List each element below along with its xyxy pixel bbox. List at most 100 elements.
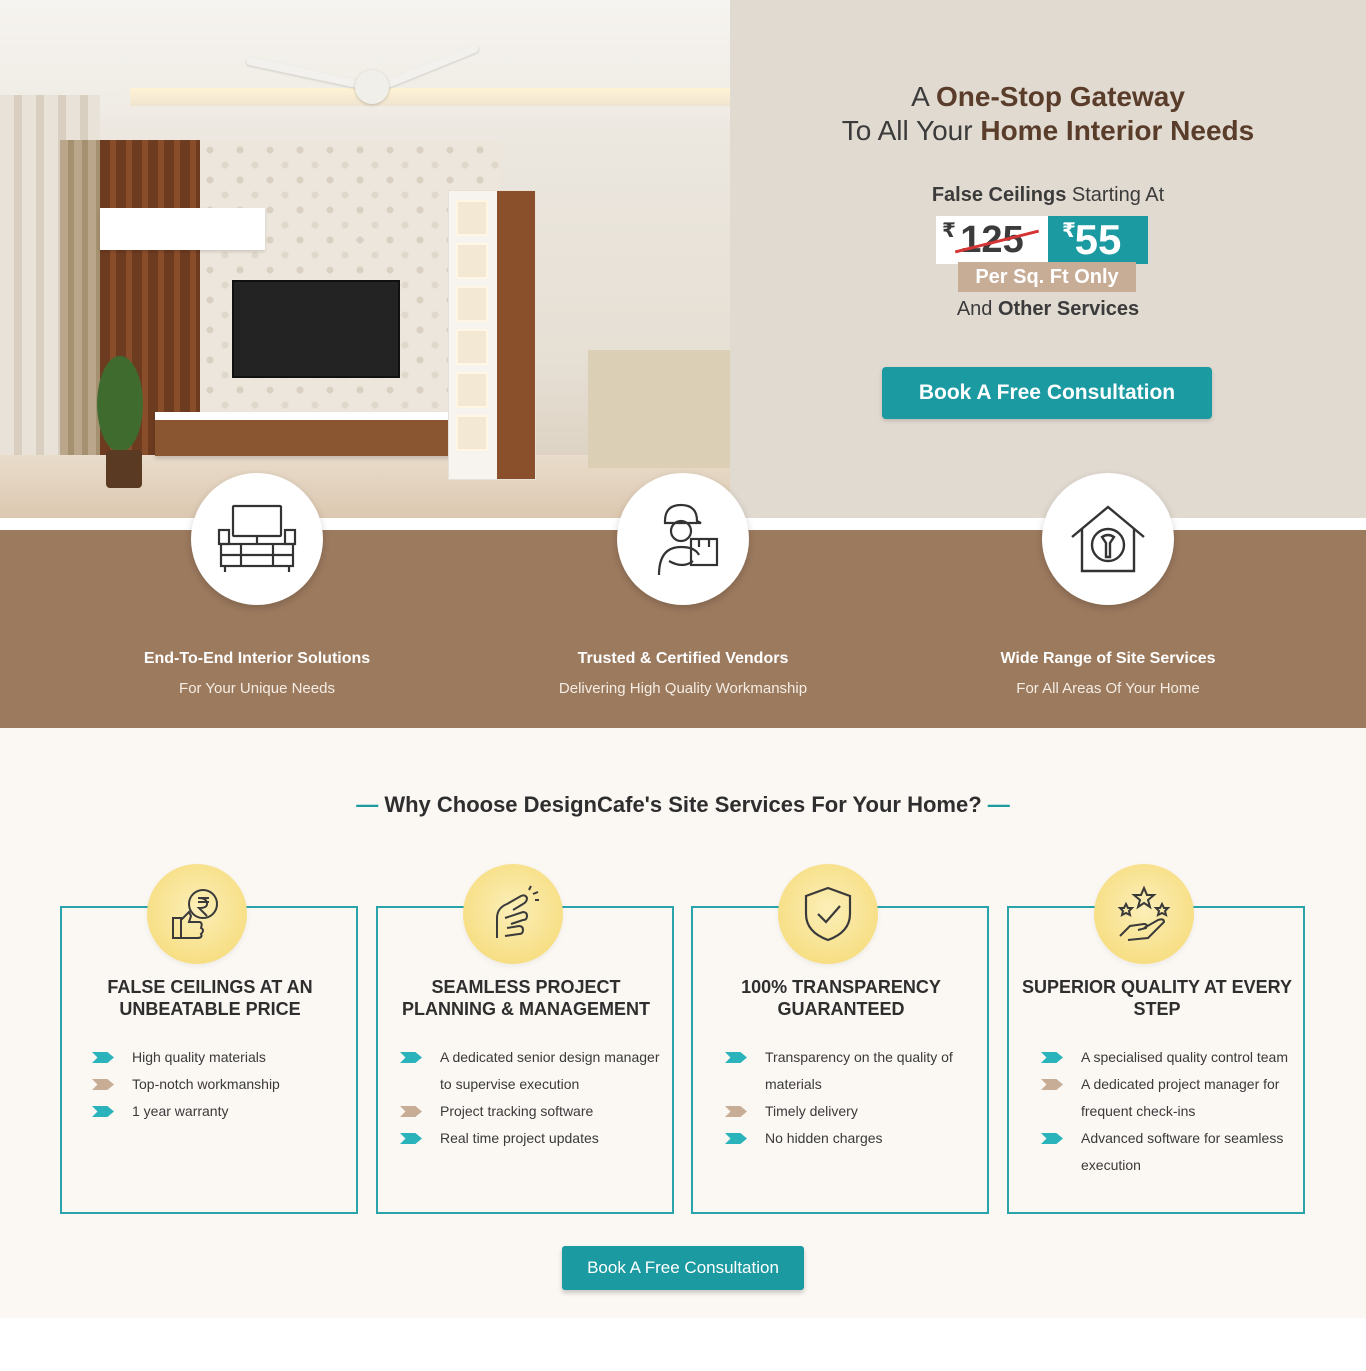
rupee-symbol: ₹ <box>942 220 956 242</box>
feature-title: Trusted & Certified Vendors <box>577 650 789 667</box>
card-title: SEAMLESS PROJECT PLANNING & MANAGEMENT <box>402 977 650 1019</box>
bullet-icon <box>400 1133 422 1144</box>
hero-interior-photo <box>0 0 730 518</box>
per-unit-label: Per Sq. Ft Only <box>958 262 1136 292</box>
display-niche <box>456 329 488 365</box>
card-list: A dedicated senior design manager to sup… <box>400 1044 660 1152</box>
card-icon-circle <box>778 864 878 964</box>
display-niche <box>456 286 488 322</box>
list-item-text: Advanced software for seamless execution <box>1081 1130 1284 1173</box>
ceiling-fan <box>355 70 389 104</box>
bullet-icon <box>1041 1079 1063 1090</box>
bullet-icon <box>1041 1052 1063 1063</box>
hero-title-line2-prefix: To All Your <box>841 115 973 146</box>
feature-subtitle: For All Areas Of Your Home <box>1016 680 1200 697</box>
wall-shelf <box>100 208 265 250</box>
services-bold: Other Services <box>997 298 1140 320</box>
card-list: Transparency on the quality of materials… <box>725 1044 975 1152</box>
list-item: A dedicated senior design manager to sup… <box>400 1044 660 1098</box>
list-item-text: A dedicated senior design manager to sup… <box>440 1049 660 1092</box>
hand-stars-icon <box>1117 885 1171 941</box>
list-item-text: Timely delivery <box>765 1103 858 1119</box>
hand-pinch-icon <box>496 885 539 938</box>
promo-headline: False Ceilings Starting At <box>730 184 1366 207</box>
why-title-text: Why Choose DesignCafe's Site Services Fo… <box>384 792 982 817</box>
tv-console <box>155 412 455 456</box>
list-item-text: 1 year warranty <box>132 1103 229 1119</box>
hero-title-bold-1: One-Stop Gateway <box>935 81 1185 112</box>
display-niche <box>456 415 488 451</box>
list-item-text: A specialised quality control team <box>1081 1049 1288 1065</box>
bullet-icon <box>92 1106 114 1117</box>
feature-title: Wide Range of Site Services <box>1000 650 1216 667</box>
benefit-card: SUPERIOR QUALITY AT EVERY STEP A special… <box>1007 864 1305 1214</box>
bullet-icon <box>725 1052 747 1063</box>
features-band: End-To-End Interior Solutions For Your U… <box>0 473 1366 728</box>
side-cabinet <box>588 350 730 468</box>
plant <box>80 320 160 460</box>
why-choose-section: — Why Choose DesignCafe's Site Services … <box>0 728 1366 1318</box>
bullet-icon <box>92 1052 114 1063</box>
price-tag: ₹ 125 ₹ 55 <box>936 216 1148 264</box>
list-item: Real time project updates <box>400 1125 660 1152</box>
benefit-card: 100% TRANSPARENCY GUARANTEED Transparenc… <box>691 864 989 1214</box>
list-item: A dedicated project manager for frequent… <box>1041 1071 1291 1125</box>
plant-pot <box>106 450 142 488</box>
card-list: A specialised quality control team A ded… <box>1041 1044 1291 1179</box>
new-price-value: 55 <box>1074 216 1122 263</box>
list-item-text: High quality materials <box>132 1049 266 1065</box>
card-title: SUPERIOR QUALITY AT EVERY STEP <box>1021 977 1293 1019</box>
list-item: Timely delivery <box>725 1098 975 1125</box>
television <box>232 280 400 378</box>
display-niche <box>456 372 488 408</box>
bullet-icon <box>725 1106 747 1117</box>
list-item-text: Transparency on the quality of materials <box>765 1049 953 1092</box>
card-icon-circle <box>147 864 247 964</box>
services-prefix: And <box>956 298 993 320</box>
list-item: Transparency on the quality of materials <box>725 1044 975 1098</box>
hero-section: A One-Stop Gateway To All Your Home Inte… <box>0 0 1366 518</box>
bullet-icon <box>92 1079 114 1090</box>
display-niche <box>456 200 488 236</box>
hero-promo-panel: A One-Stop Gateway To All Your Home Inte… <box>730 0 1366 518</box>
title-dash: — <box>987 792 1010 817</box>
promo-product: False Ceilings <box>931 184 1067 206</box>
cove-light <box>130 88 730 106</box>
list-item: 1 year warranty <box>92 1098 342 1125</box>
card-title: 100% TRANSPARENCY GUARANTEED <box>741 977 941 1019</box>
list-item-text: No hidden charges <box>765 1130 883 1146</box>
card-list: High quality materials Top-notch workman… <box>92 1044 342 1125</box>
list-item: Advanced software for seamless execution <box>1041 1125 1291 1179</box>
hero-title-prefix: A <box>911 81 929 112</box>
feature-icon-circle <box>191 473 323 605</box>
bullet-icon <box>1041 1133 1063 1144</box>
feature-subtitle: Delivering High Quality Workmanship <box>558 680 808 697</box>
bullet-icon <box>400 1106 422 1117</box>
list-item: A specialised quality control team <box>1041 1044 1291 1071</box>
benefit-card: FALSE CEILINGS AT AN UNBEATABLE PRICE Hi… <box>60 864 358 1214</box>
list-item: Top-notch workmanship <box>92 1071 342 1098</box>
display-niche <box>456 243 488 279</box>
promo-starting-at: Starting At <box>1071 184 1165 206</box>
house-wrench-icon <box>1071 505 1145 573</box>
list-item: Project tracking software <box>400 1098 660 1125</box>
feature-icon-circle <box>1042 473 1174 605</box>
why-title: — Why Choose DesignCafe's Site Services … <box>0 792 1366 818</box>
feature-icon-circle <box>617 473 749 605</box>
list-item-text: Top-notch workmanship <box>132 1076 280 1092</box>
thumbs-up-rupee-icon <box>172 889 218 939</box>
bullet-icon <box>400 1052 422 1063</box>
rupee-symbol: ₹ <box>1062 220 1076 242</box>
list-item-text: Project tracking software <box>440 1103 594 1119</box>
book-consultation-button-bottom[interactable]: Book A Free Consultation <box>562 1246 804 1290</box>
list-item: No hidden charges <box>725 1125 975 1152</box>
promo-services: And Other Services <box>730 298 1366 321</box>
new-price: ₹ 55 <box>1048 216 1148 264</box>
feature-title: End-To-End Interior Solutions <box>143 650 371 667</box>
delivery-worker-icon <box>657 503 719 576</box>
hero-title-bold-2: Home Interior Needs <box>980 115 1255 146</box>
book-consultation-button[interactable]: Book A Free Consultation <box>882 367 1212 419</box>
card-title: FALSE CEILINGS AT AN UNBEATABLE PRICE <box>107 977 313 1019</box>
title-dash: — <box>356 792 379 817</box>
list-item-text: Real time project updates <box>440 1130 599 1146</box>
